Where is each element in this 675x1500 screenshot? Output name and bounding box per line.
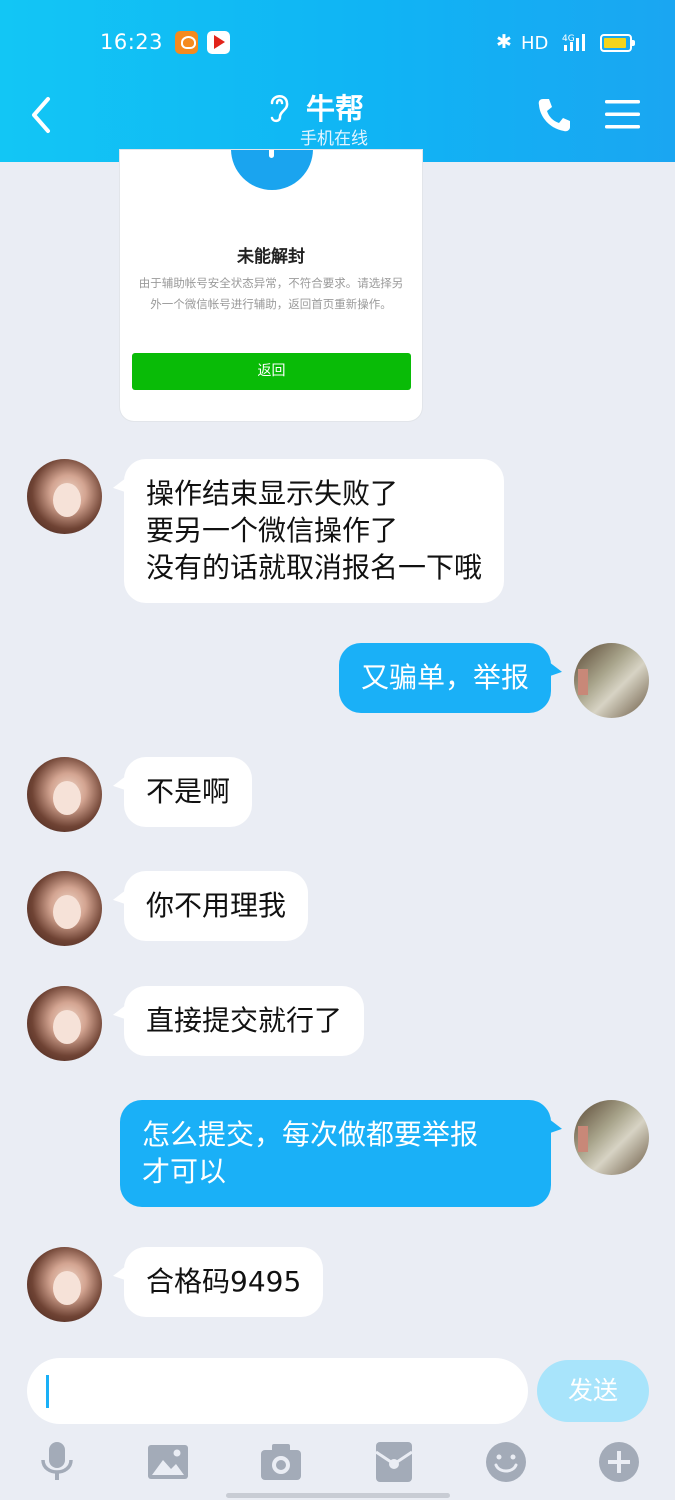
home-indicator	[226, 1493, 450, 1498]
phone-icon[interactable]	[536, 96, 572, 134]
chat-header: 16:23 ✱ HD 4G 牛帮 手机在线	[0, 0, 675, 162]
message-line: 你不用理我	[146, 889, 287, 922]
self-avatar[interactable]	[574, 643, 649, 718]
contact-name[interactable]: 牛帮	[306, 86, 364, 128]
red-packet-icon[interactable]	[372, 1440, 416, 1484]
menu-icon[interactable]	[605, 98, 640, 131]
message-line: 不是啊	[146, 775, 231, 808]
back-icon[interactable]	[30, 96, 52, 134]
message-line: 怎么提交，每次做都要举报	[142, 1118, 479, 1151]
message-line: 没有的话就取消报名一下哦	[146, 551, 483, 584]
info-icon	[231, 150, 313, 190]
plus-icon[interactable]	[597, 1440, 641, 1484]
message-line: 合格码9495	[146, 1265, 302, 1298]
message-line: 操作结束显示失败了	[146, 477, 399, 510]
video-app-notification-icon	[207, 31, 230, 54]
image-icon[interactable]	[146, 1440, 190, 1484]
ear-icon	[270, 95, 289, 123]
send-button[interactable]: 发送	[537, 1360, 649, 1422]
peer-avatar[interactable]	[27, 986, 102, 1061]
contact-online-status: 手机在线	[300, 129, 368, 149]
status-time: 16:23	[100, 30, 164, 54]
peer-avatar[interactable]	[27, 871, 102, 946]
message-line: 直接提交就行了	[146, 1004, 343, 1037]
shared-image-card[interactable]: 未能解封 由于辅助帐号安全状态异常，不符合要求。请选择另外一个微信帐号进行辅助，…	[120, 150, 422, 421]
message-bubble-incoming[interactable]: 直接提交就行了	[124, 986, 365, 1056]
message-bubble-outgoing[interactable]: 又骗单，举报	[338, 643, 551, 713]
message-bubble-incoming[interactable]: 操作结束显示失败了 要另一个微信操作了 没有的话就取消报名一下哦	[124, 459, 505, 603]
message-bubble-incoming[interactable]: 你不用理我	[124, 871, 309, 941]
card-description: 由于辅助帐号安全状态异常，不符合要求。请选择另外一个微信帐号进行辅助，返回首页重…	[138, 276, 404, 311]
self-avatar[interactable]	[574, 1100, 649, 1175]
hd-label: HD	[521, 33, 549, 54]
card-title: 未能解封	[237, 247, 305, 267]
emoji-icon[interactable]	[484, 1440, 528, 1484]
peer-avatar[interactable]	[27, 1247, 102, 1322]
message-input[interactable]	[27, 1358, 528, 1424]
text-caret	[46, 1375, 49, 1408]
uc-browser-notification-icon	[175, 31, 198, 54]
microphone-icon[interactable]	[35, 1440, 79, 1484]
message-bubble-outgoing[interactable]: 怎么提交，每次做都要举报 才可以	[120, 1100, 551, 1207]
message-line: 要另一个微信操作了	[146, 514, 399, 547]
bluetooth-icon: ✱	[496, 31, 512, 53]
peer-avatar[interactable]	[27, 459, 102, 534]
message-bubble-incoming[interactable]: 合格码9495	[124, 1247, 324, 1317]
peer-avatar[interactable]	[27, 757, 102, 832]
message-line: 才可以	[142, 1155, 227, 1188]
battery-icon	[600, 34, 635, 52]
message-line: 又骗单，举报	[360, 661, 529, 694]
card-return-button: 返回	[132, 353, 411, 390]
signal-icon: 4G	[562, 34, 585, 51]
message-bubble-incoming[interactable]: 不是啊	[124, 757, 253, 827]
camera-icon[interactable]	[259, 1440, 303, 1484]
